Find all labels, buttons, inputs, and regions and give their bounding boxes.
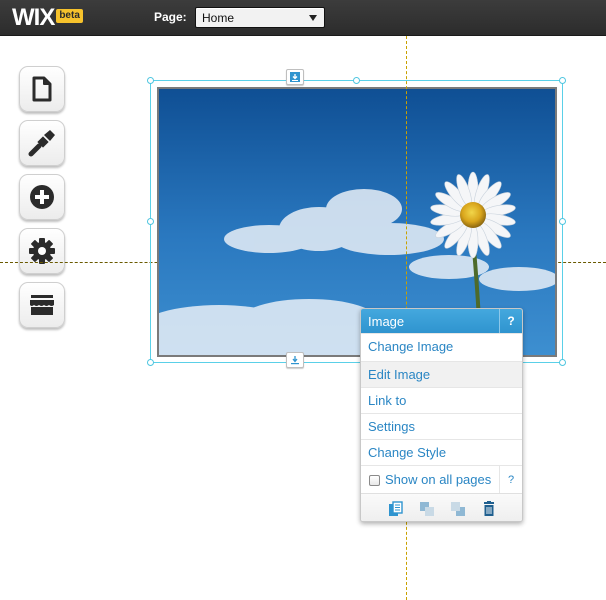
settings-button[interactable] <box>19 228 65 274</box>
editor-stage: WIX beta Page: Home Image ? Change Image… <box>0 0 606 600</box>
brush-icon <box>28 130 55 157</box>
beta-badge: beta <box>56 9 83 23</box>
help-button[interactable]: ? <box>499 309 522 333</box>
page-select-value: Home <box>202 11 235 25</box>
resize-handle-top-left[interactable] <box>147 77 154 84</box>
resize-handle-right[interactable] <box>559 218 566 225</box>
store-icon <box>30 295 54 315</box>
add-icon <box>30 185 54 209</box>
anchor-top-button[interactable] <box>286 69 304 85</box>
settings-item[interactable]: Settings <box>361 413 522 439</box>
resize-handle-top[interactable] <box>353 77 360 84</box>
duplicate-icon[interactable] <box>388 501 404 517</box>
gear-icon <box>29 238 55 264</box>
top-bar: WIX beta Page: Home <box>0 0 606 36</box>
context-menu-title: Image <box>368 314 405 329</box>
send-backward-icon[interactable] <box>450 501 466 517</box>
show-on-all-pages-label[interactable]: Show on all pages <box>385 473 491 487</box>
change-style-item[interactable]: Change Style <box>361 439 522 465</box>
link-to-item[interactable]: Link to <box>361 387 522 413</box>
resize-handle-bottom-left[interactable] <box>147 359 154 366</box>
arrow-down-to-line-icon <box>290 72 300 82</box>
show-on-all-pages-row: Show on all pages ? <box>361 465 522 494</box>
page-label: Page: <box>154 10 187 24</box>
bring-forward-icon[interactable] <box>419 501 435 517</box>
arrow-down-to-line-icon <box>291 356 299 365</box>
page-select[interactable]: Home <box>195 7 325 28</box>
context-menu-toolbar <box>361 493 522 521</box>
show-on-all-pages-checkbox[interactable] <box>369 475 380 486</box>
store-button[interactable] <box>19 282 65 328</box>
design-button[interactable] <box>19 120 65 166</box>
chevron-down-icon <box>309 15 317 21</box>
resize-handle-top-right[interactable] <box>559 77 566 84</box>
image-context-menu: Image ? Change Image Edit Image Link to … <box>360 308 523 522</box>
resize-handle-left[interactable] <box>147 218 154 225</box>
wix-logo[interactable]: WIX beta <box>12 5 83 31</box>
context-menu-header: Image ? <box>361 309 522 333</box>
resize-handle-bottom-right[interactable] <box>559 359 566 366</box>
show-on-all-pages-help[interactable]: ? <box>499 466 522 494</box>
logo-text: WIX <box>12 4 55 31</box>
change-image-item[interactable]: Change Image <box>361 333 522 359</box>
add-button[interactable] <box>19 174 65 220</box>
pages-button[interactable] <box>19 66 65 112</box>
trash-icon[interactable] <box>481 501 497 517</box>
edit-image-item[interactable]: Edit Image <box>361 361 522 387</box>
anchor-bottom-button[interactable] <box>286 352 304 368</box>
page-icon <box>32 76 52 102</box>
